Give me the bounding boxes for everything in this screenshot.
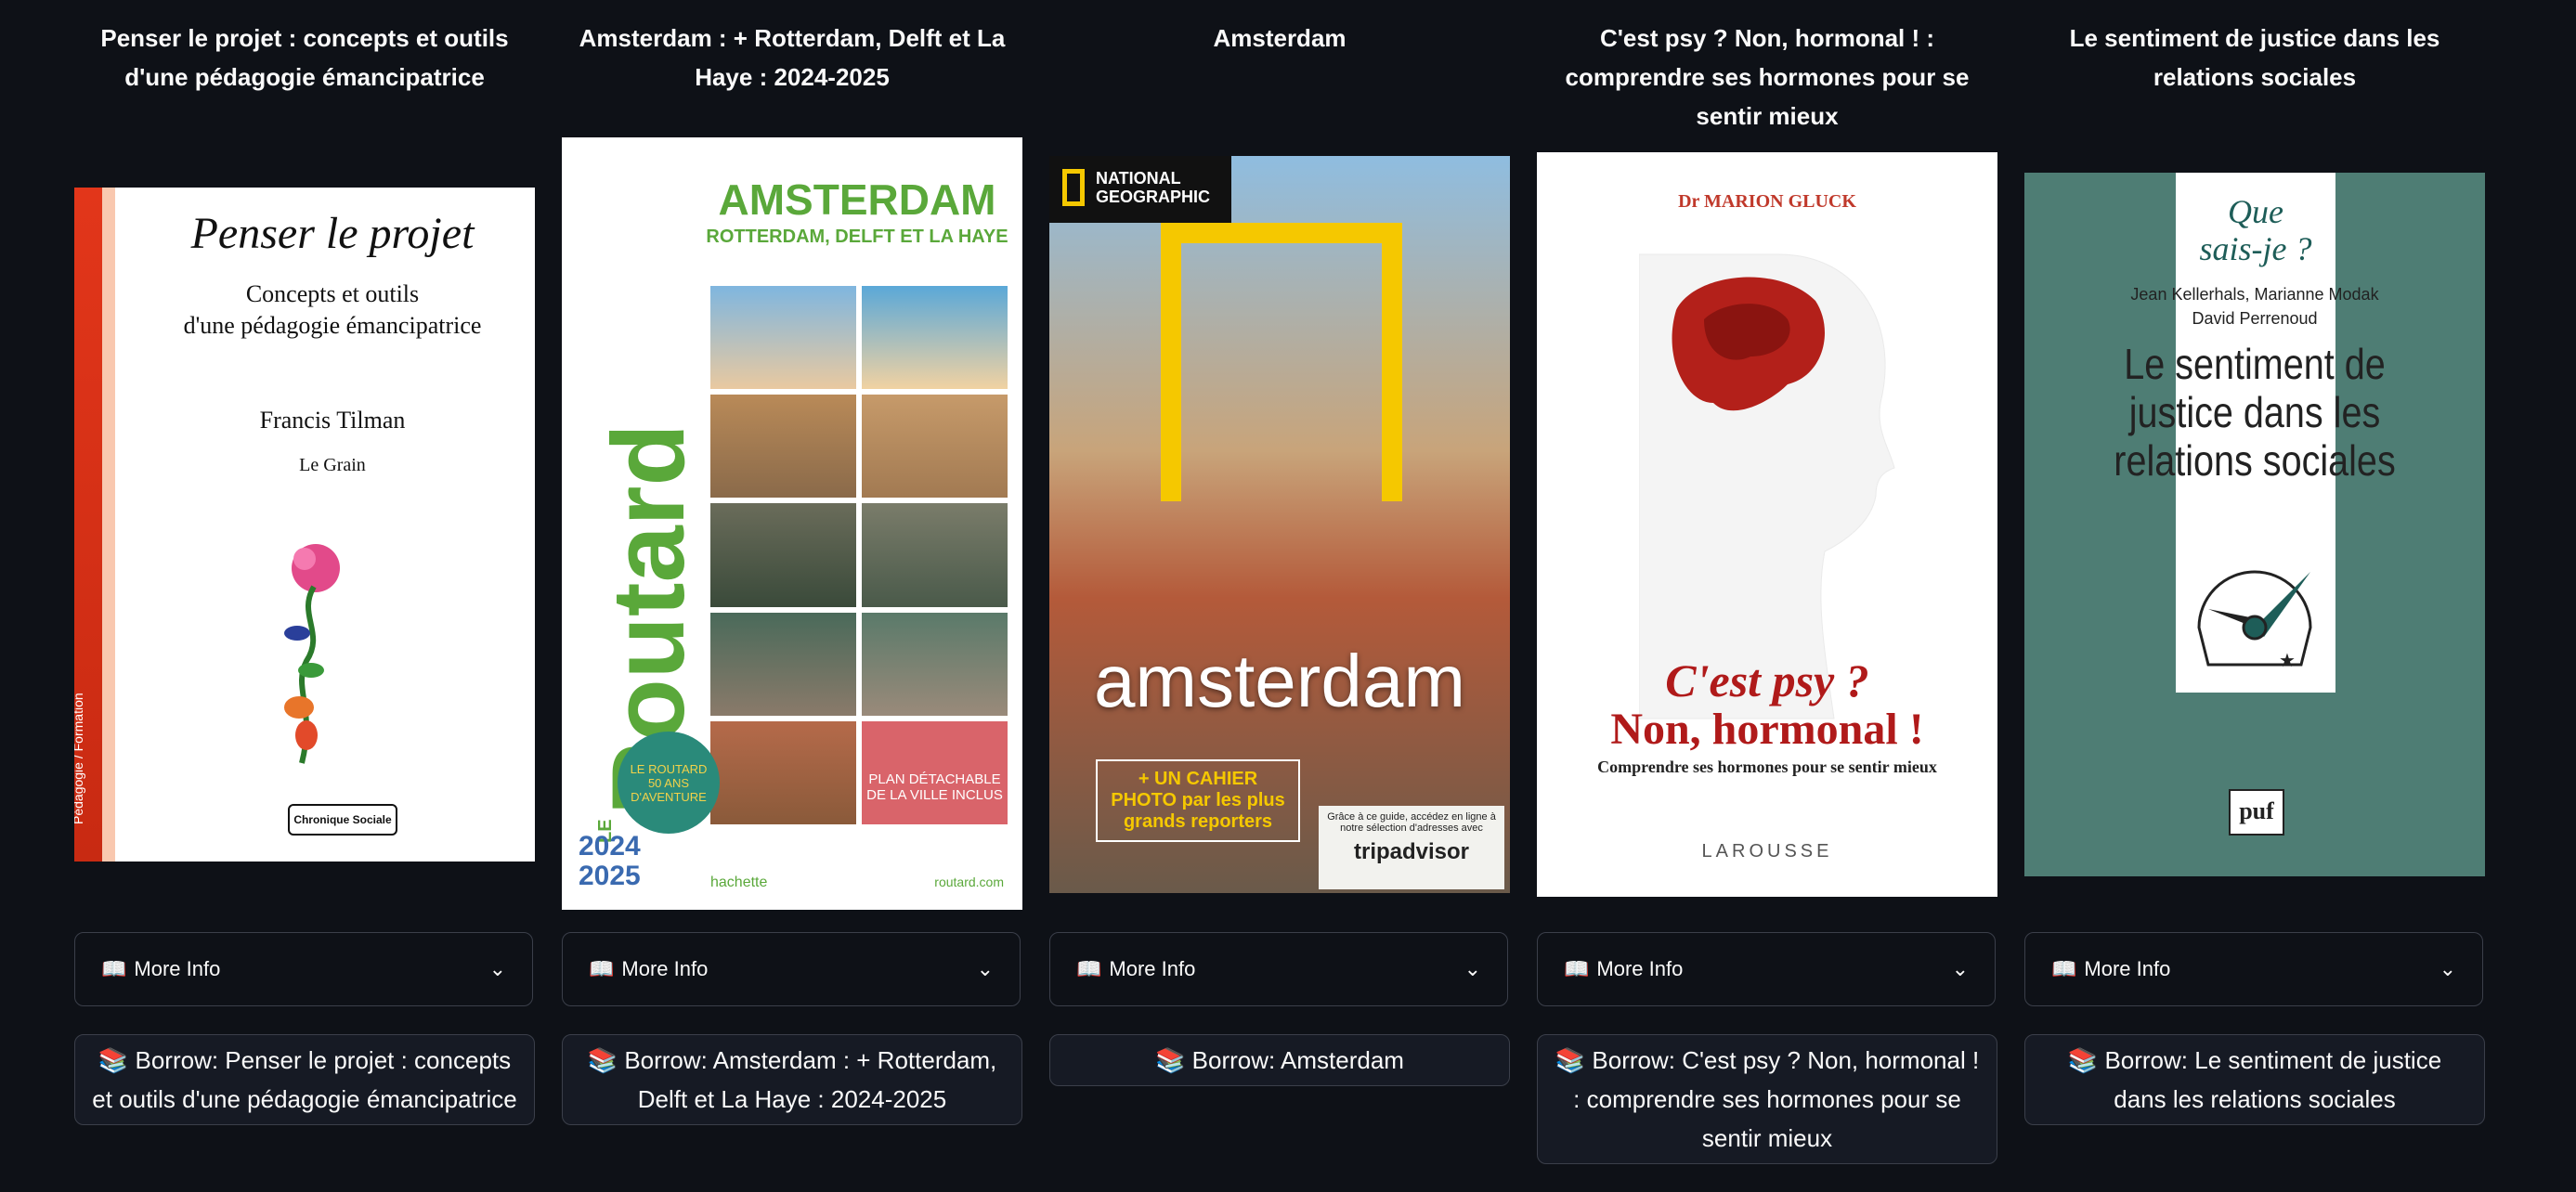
borrow-button[interactable]: 📚 Borrow: Amsterdam — [1049, 1034, 1510, 1086]
book-cover-image: AMSTERDAM ROTTERDAM, DELFT ET LA HAYE LE… — [562, 137, 1022, 910]
book-title: Penser le projet : concepts et outils d'… — [100, 24, 509, 91]
more-info-expander[interactable]: 📖 More Info ⌄ — [1537, 932, 1996, 1006]
expander-label: More Info — [2084, 957, 2171, 980]
open-book-icon: 📖 — [589, 957, 615, 980]
svg-text:★: ★ — [2279, 651, 2296, 671]
books-stack-icon: 📚 — [98, 1046, 129, 1074]
book-title: C'est psy ? Non, hormonal ! : comprendre… — [1565, 24, 1970, 130]
borrow-button[interactable]: 📚 Borrow: Le sentiment de justice dans l… — [2024, 1034, 2485, 1125]
expander-label: More Info — [134, 957, 221, 980]
borrow-button[interactable]: 📚 Borrow: C'est psy ? Non, hormonal ! : … — [1537, 1034, 1997, 1164]
book-card-4: C'est psy ? Non, hormonal ! : comprendre… — [1537, 0, 1997, 1164]
books-stack-icon: 📚 — [1155, 1046, 1186, 1074]
compass-illustration: ★ — [2197, 570, 2312, 671]
chevron-down-icon: ⌄ — [1464, 957, 1481, 980]
books-stack-icon: 📚 — [1555, 1046, 1586, 1074]
book-title: Amsterdam : + Rotterdam, Delft et La Hay… — [579, 24, 1006, 91]
books-stack-icon: 📚 — [587, 1046, 618, 1074]
books-stack-icon: 📚 — [2067, 1046, 2099, 1074]
more-info-expander[interactable]: 📖 More Info ⌄ — [74, 932, 533, 1006]
chevron-down-icon: ⌄ — [488, 957, 506, 980]
book-card-5: Le sentiment de justice dans les relatio… — [2024, 0, 2485, 1125]
book-title: Le sentiment de justice dans les relatio… — [2069, 24, 2440, 91]
chevron-down-icon: ⌄ — [976, 957, 994, 980]
open-book-icon: 📖 — [101, 957, 127, 980]
open-book-icon: 📖 — [2051, 957, 2077, 980]
open-book-icon: 📖 — [1076, 957, 1102, 980]
more-info-expander[interactable]: 📖 More Info ⌄ — [562, 932, 1021, 1006]
more-info-expander[interactable]: 📖 More Info ⌄ — [2024, 932, 2483, 1006]
expander-label: More Info — [1596, 957, 1684, 980]
chevron-down-icon: ⌄ — [2439, 957, 2456, 980]
more-info-expander[interactable]: 📖 More Info ⌄ — [1049, 932, 1508, 1006]
book-cover-image: Pédagogie / Formation Penser le projet C… — [74, 188, 535, 862]
book-cover-image: Que sais-je ? Jean Kellerhals, Marianne … — [2024, 173, 2485, 876]
book-card-2: Amsterdam : + Rotterdam, Delft et La Hay… — [562, 0, 1022, 1125]
book-cover-image: NATIONAL GEOGRAPHIC amsterdam + UN CAHIE… — [1049, 156, 1510, 893]
flower-illustration — [284, 544, 340, 764]
expander-label: More Info — [1109, 957, 1196, 980]
book-card-1: Penser le projet : concepts et outils d'… — [74, 0, 535, 1125]
book-card-3: Amsterdam NATIONAL GEOGRAPHIC amsterdam … — [1049, 0, 1510, 1086]
open-book-icon: 📖 — [1564, 957, 1590, 980]
borrow-button[interactable]: 📚 Borrow: Amsterdam : + Rotterdam, Delft… — [562, 1034, 1022, 1125]
borrow-button[interactable]: 📚 Borrow: Penser le projet : concepts et… — [74, 1034, 535, 1125]
book-cover-image: Dr MARION GLUCK C'est psy ? Non, hormona… — [1537, 152, 1997, 897]
chevron-down-icon: ⌄ — [1951, 957, 1969, 980]
expander-label: More Info — [621, 957, 709, 980]
book-title: Amsterdam — [1213, 24, 1347, 52]
